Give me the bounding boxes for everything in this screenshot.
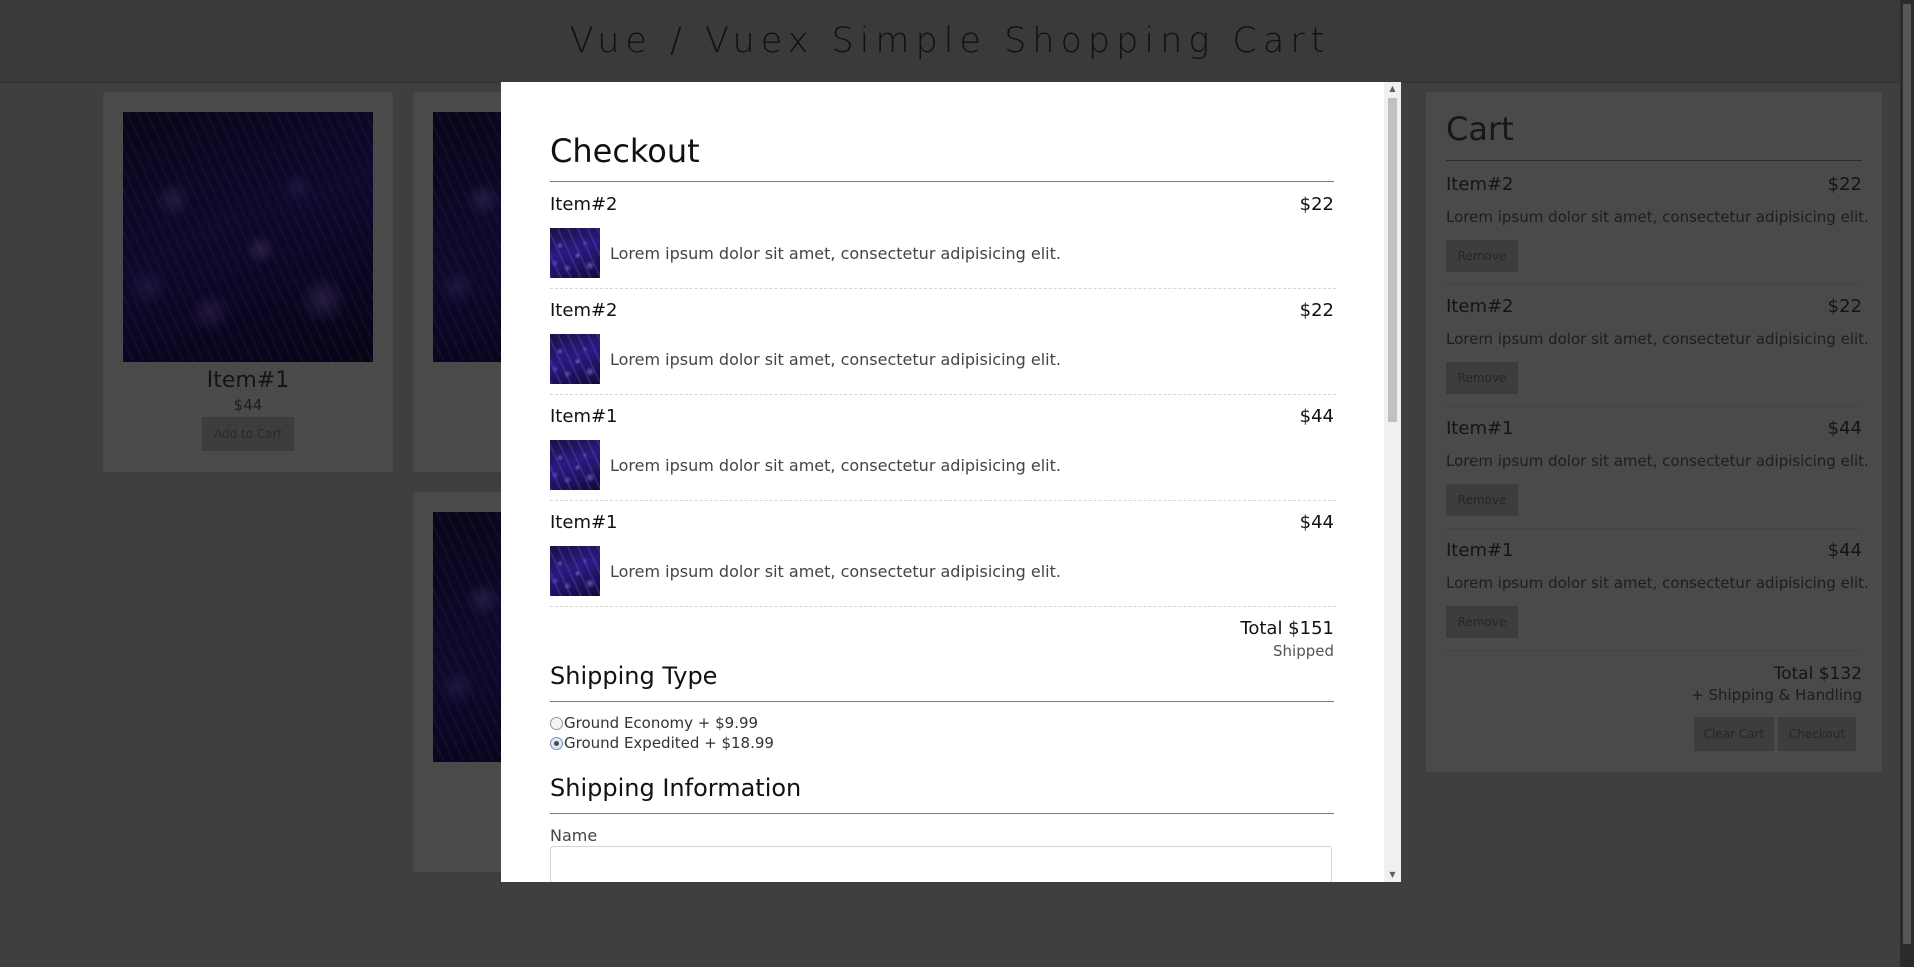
checkout-item-description: Lorem ipsum dolor sit amet, consectetur … [610,562,1061,581]
checkout-item-price: $44 [1299,512,1334,533]
checkout-item-description: Lorem ipsum dolor sit amet, consectetur … [610,350,1061,369]
product-image [123,112,373,362]
remove-button[interactable]: Remove [1446,362,1518,394]
checkout-item: Item#2 $22 Lorem ipsum dolor sit amet, c… [550,182,1336,289]
checkout-total: Total $151 [1240,618,1334,639]
checkout-item-price: $44 [1299,406,1334,427]
cart-panel: Cart Item#2 $22 Lorem ipsum dolor sit am… [1426,92,1882,772]
name-label: Name [550,826,598,845]
checkout-status: Shipped [1273,642,1334,660]
scroll-up-arrow-icon[interactable]: ▲ [1388,83,1397,95]
checkout-item: Item#1 $44 Lorem ipsum dolor sit amet, c… [550,500,1336,607]
radio-button[interactable] [550,716,563,730]
cart-item-description: Lorem ipsum dolor sit amet, consectetur … [1446,574,1869,592]
shipping-option-economy[interactable]: Ground Economy + $9.99 [550,714,758,732]
product-card: Item#1 $44 Add to Cart [103,92,393,472]
clear-cart-button[interactable]: Clear Cart [1694,717,1774,751]
shipping-type-title: Shipping Type [550,662,718,690]
checkout-item-thumbnail [550,440,600,490]
checkout-item-price: $22 [1299,300,1334,321]
checkout-item-name: Item#1 [550,512,618,533]
add-to-cart-button[interactable]: Add to Cart [202,417,294,451]
cart-item-description: Lorem ipsum dolor sit amet, consectetur … [1446,452,1869,470]
checkout-item-name: Item#2 [550,194,618,215]
modal-scrollbar-thumb[interactable] [1388,98,1397,422]
cart-item-price: $22 [1827,174,1862,195]
product-price: $44 [233,396,263,414]
product-name: Item#1 [206,368,290,393]
cart-item-price: $44 [1827,418,1862,439]
cart-item-name: Item#1 [1446,418,1514,439]
remove-button[interactable]: Remove [1446,606,1518,638]
modal-bottom-overlay [0,882,1900,967]
checkout-item-description: Lorem ipsum dolor sit amet, consectetur … [610,244,1061,263]
remove-button[interactable]: Remove [1446,484,1518,516]
modal-scrollbar[interactable]: ▲ ▼ [1384,82,1401,882]
cart-total: Total $132 [1773,664,1862,684]
shipping-option-label: Ground Expedited + $18.99 [564,734,774,752]
app-header: Vue / Vuex Simple Shopping Cart [0,0,1900,83]
cart-shipping-note: + Shipping & Handling [1691,686,1862,704]
checkout-item-thumbnail [550,546,600,596]
shipping-information-divider [550,813,1334,814]
checkout-item-name: Item#2 [550,300,618,321]
remove-button[interactable]: Remove [1446,240,1518,272]
cart-item-description: Lorem ipsum dolor sit amet, consectetur … [1446,208,1869,226]
cart-item: Item#2 $22 Lorem ipsum dolor sit amet, c… [1446,284,1869,407]
cart-title: Cart [1446,110,1514,148]
checkout-item-price: $22 [1299,194,1334,215]
checkout-item: Item#2 $22 Lorem ipsum dolor sit amet, c… [550,288,1336,395]
checkout-item-description: Lorem ipsum dolor sit amet, consectetur … [610,456,1061,475]
checkout-item-thumbnail [550,334,600,384]
cart-item: Item#1 $44 Lorem ipsum dolor sit amet, c… [1446,528,1869,651]
shipping-option-label: Ground Economy + $9.99 [564,714,759,732]
radio-button-selected[interactable] [550,736,563,750]
checkout-modal: Checkout Item#2 $22 Lorem ipsum dolor si… [501,82,1401,882]
checkout-item-name: Item#1 [550,406,618,427]
checkout-item-thumbnail [550,228,600,278]
cart-item-price: $22 [1827,296,1862,317]
shipping-information-title: Shipping Information [550,774,802,802]
cart-item: Item#1 $44 Lorem ipsum dolor sit amet, c… [1446,406,1869,529]
shipping-option-expedited[interactable]: Ground Expedited + $18.99 [550,734,774,752]
cart-item-name: Item#2 [1446,296,1514,317]
cart-item-description: Lorem ipsum dolor sit amet, consectetur … [1446,330,1869,348]
scroll-down-arrow-icon[interactable]: ▼ [1388,869,1397,881]
shipping-type-divider [550,701,1334,702]
name-input[interactable] [550,846,1332,882]
cart-item-name: Item#2 [1446,174,1514,195]
checkout-button[interactable]: Checkout [1778,717,1856,751]
cart-item: Item#2 $22 Lorem ipsum dolor sit amet, c… [1446,162,1869,285]
cart-divider [1446,160,1862,161]
page-scrollbar-thumb[interactable] [1903,4,1911,944]
checkout-title: Checkout [550,132,700,170]
cart-item-name: Item#1 [1446,540,1514,561]
app-title: Vue / Vuex Simple Shopping Cart [569,21,1331,61]
cart-item-price: $44 [1827,540,1862,561]
page-scrollbar[interactable] [1900,0,1914,967]
checkout-item: Item#1 $44 Lorem ipsum dolor sit amet, c… [550,394,1336,501]
